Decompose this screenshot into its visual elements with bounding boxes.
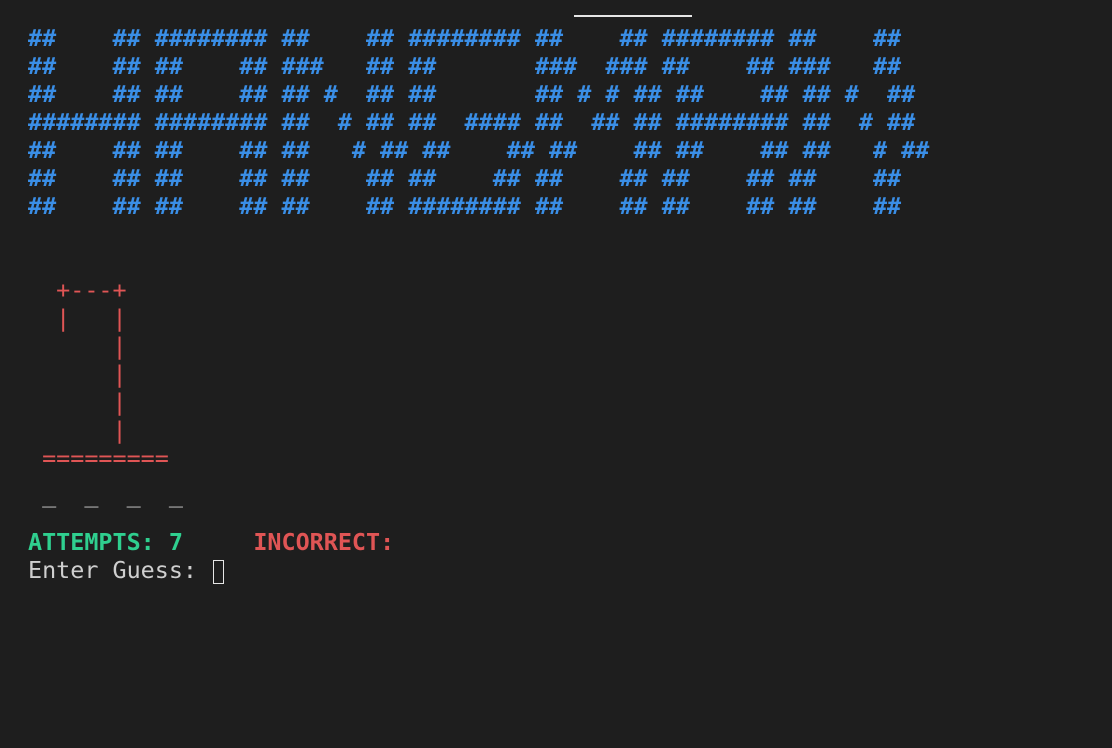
gallows-line: | | xyxy=(28,304,127,332)
gallows-drawing: +---+ | | | | | | ========= xyxy=(28,276,169,472)
gallows-line: | xyxy=(28,416,127,444)
gallows-line: +---+ xyxy=(28,276,127,304)
banner-line: ######## ######## ## # ## ## #### ## ## … xyxy=(28,108,916,136)
banner-line: ## ## ######## ## ## ######## ## ## ####… xyxy=(28,24,902,52)
attempts-counter: ATTEMPTS: 7 xyxy=(28,528,183,556)
terminal-tab-indicator xyxy=(574,15,692,17)
banner-line: ## ## ## ## ## ## ## ## ## ## ## ## ## #… xyxy=(28,164,902,192)
guess-prompt-label: Enter Guess: xyxy=(28,556,212,584)
banner-line: ## ## ## ## ## # ## ## ## # # ## ## ## #… xyxy=(28,80,916,108)
terminal-cursor[interactable] xyxy=(213,560,225,584)
gallows-line: ========= xyxy=(28,444,169,472)
gallows-line: | xyxy=(28,388,127,416)
gallows-line: | xyxy=(28,332,127,360)
hidden-word-blanks: _ _ _ _ xyxy=(28,480,183,508)
banner-line: ## ## ## ## ## # ## ## ## ## ## ## ## ##… xyxy=(28,136,930,164)
banner-line: ## ## ## ## ## ## ######## ## ## ## ## #… xyxy=(28,192,902,220)
guess-prompt[interactable]: Enter Guess: xyxy=(28,556,225,584)
incorrect-letters: INCORRECT: xyxy=(253,528,395,556)
status-line: ATTEMPTS: 7 INCORRECT: xyxy=(28,528,394,556)
gallows-line: | xyxy=(28,360,127,388)
banner-line: ## ## ## ## ### ## ## ### ### ## ## ### … xyxy=(28,52,902,80)
hangman-ascii-banner: ## ## ######## ## ## ######## ## ## ####… xyxy=(28,24,929,220)
